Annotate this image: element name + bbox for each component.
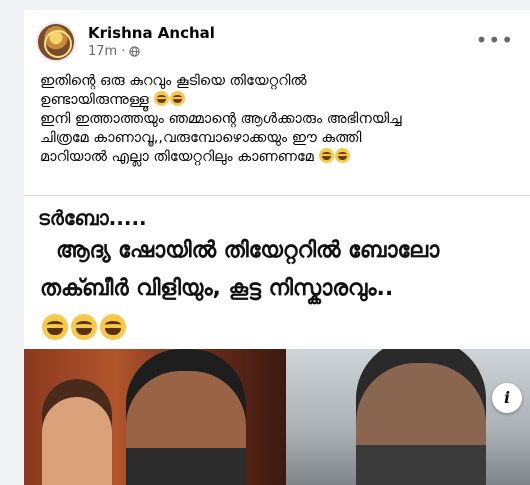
info-button[interactable]: i [492,383,522,413]
meme-title: ടർബോ..... [38,206,147,230]
separator-dot: · [121,44,126,59]
laughing-emoji-icon [319,148,335,163]
post-text-line: മാറിയാൽ എല്ലാ തിയേറ്ററിലും കാണണമേ [40,148,520,167]
laughing-emoji-icon [154,91,170,106]
grinning-emoji-icon [100,314,126,340]
post-text-line: ഇനി ഇത്താത്തയും ഞമ്മാന്റെ ആൾക്കാരും അഭിന… [40,111,402,127]
photo-left [24,349,286,485]
meme-emojis [42,314,126,340]
man-figure [356,349,486,485]
post-meta: 17m · [88,44,140,59]
author-name[interactable]: Krishna Anchal [88,24,215,42]
globe-icon [129,46,140,57]
post-header: Krishna Anchal 17m · ••• [36,22,520,66]
post-text-line: ഉണ്ടായിരുന്നുള്ളൂ [40,91,520,110]
meme-caption-line: ആദ്യ ഷോയിൽ തിയേറ്ററിൽ ബോലോ [56,238,440,263]
meme-image[interactable]: ടർബോ..... ആദ്യ ഷോയിൽ തിയേറ്ററിൽ ബോലോ തക്… [24,195,530,485]
post-text-line: ഇതിന്റെ ഒരു കുറവും കൂടിയെ തിയേറ്ററിൽ [40,73,307,89]
laughing-emoji-icon [170,91,186,106]
grinning-emoji-icon [42,314,68,340]
meme-caption-line: തക്ബീർ വിളിയും, കൂട്ട നിസ്കാരവും.. [40,276,394,301]
post-text: ഇതിന്റെ ഒരു കുറവും കൂടിയെ തിയേറ്ററിൽ ഉണ്… [40,72,520,167]
meme-photos: i [24,349,530,485]
laughing-emoji-icon [335,148,351,163]
photo-right: i [286,349,530,485]
post-text-line: ചിത്രമേ കാണാവൂ,,വരുമ്പോഴൊക്കയും ഈ കുത്തി [40,130,362,146]
avatar[interactable] [36,22,76,62]
post-card: Krishna Anchal 17m · ••• ഇതിന്റെ ഒരു കുറ… [24,10,530,485]
man-figure [126,349,246,485]
post-time[interactable]: 17m [88,44,117,59]
woman-figure [42,379,112,485]
grinning-emoji-icon [71,314,97,340]
more-options-button[interactable]: ••• [476,28,514,52]
